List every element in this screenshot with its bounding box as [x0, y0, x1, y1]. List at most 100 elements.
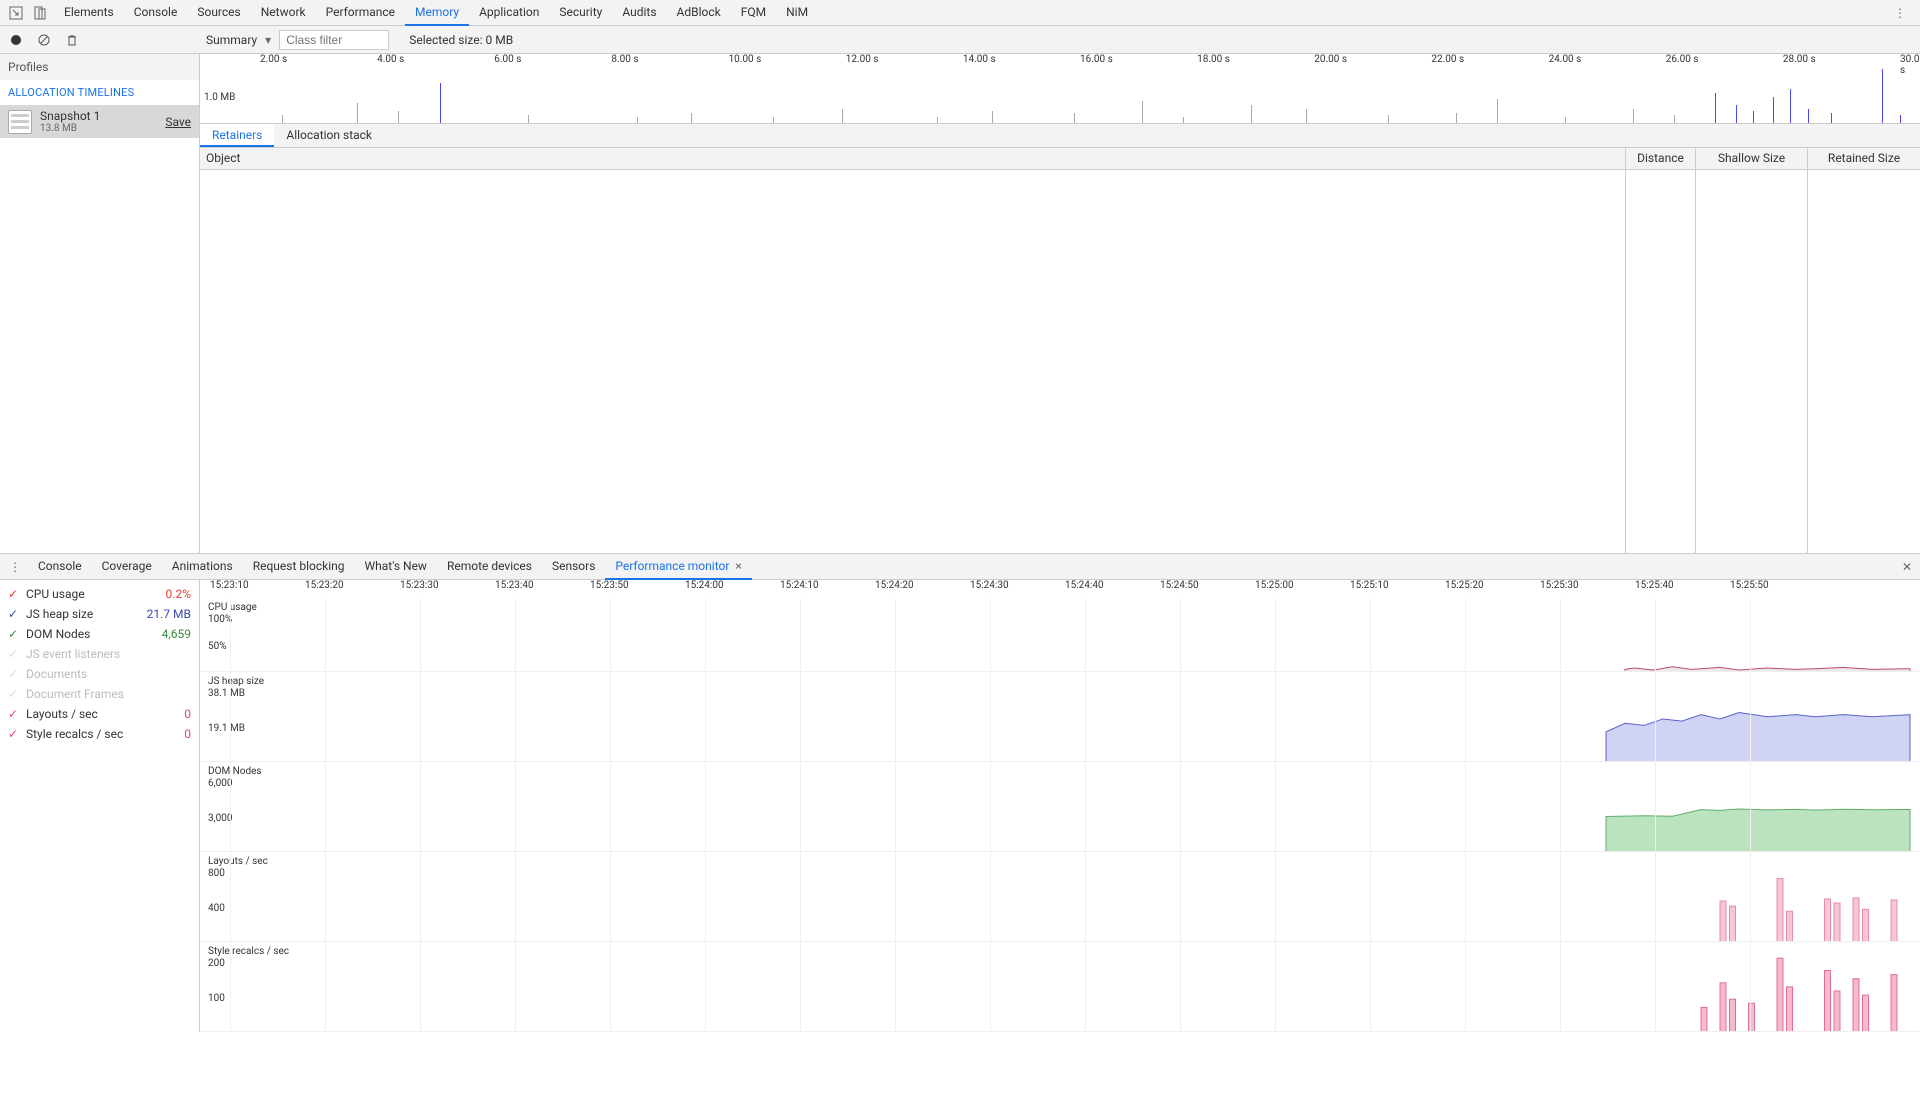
tab-performance[interactable]: Performance: [316, 0, 405, 26]
performance-charts: 15:23:1015:23:2015:23:3015:23:4015:23:50…: [200, 580, 1920, 1032]
alloc-bar: [992, 111, 993, 123]
col-distance[interactable]: Distance: [1626, 148, 1696, 169]
close-icon[interactable]: ✕: [1902, 560, 1912, 574]
save-link[interactable]: Save: [165, 115, 191, 129]
drawer-tab-console[interactable]: Console: [28, 554, 92, 580]
metric-dom-nodes[interactable]: ✓DOM Nodes4,659: [0, 624, 199, 644]
check-icon: ✓: [8, 727, 20, 741]
metric-name: DOM Nodes: [26, 627, 156, 641]
profiles-header: Profiles: [0, 54, 199, 80]
drawer-tab-performance-monitor[interactable]: Performance monitor×: [605, 554, 751, 580]
alloc-bar: [1773, 97, 1774, 123]
drawer-tab-coverage[interactable]: Coverage: [92, 554, 162, 580]
chart-ytick: 100%: [208, 614, 232, 625]
drawer-tab-request-blocking[interactable]: Request blocking: [243, 554, 355, 580]
metric-style-recalcs-sec[interactable]: ✓Style recalcs / sec0: [0, 724, 199, 744]
record-icon[interactable]: [6, 30, 26, 50]
metric-documents[interactable]: ✓Documents: [0, 664, 199, 684]
time-tick: 15:23:40: [495, 580, 534, 591]
metric-value: 21.7 MB: [147, 607, 191, 621]
timeline-tick: 8.00 s: [611, 54, 638, 65]
check-icon: ✓: [8, 647, 20, 661]
time-tick: 15:23:30: [400, 580, 439, 591]
view-select-label[interactable]: Summary: [206, 33, 257, 47]
tab-fqm[interactable]: FQM: [731, 0, 776, 26]
alloc-bar: [1633, 109, 1634, 123]
subtab-allocation-stack[interactable]: Allocation stack: [274, 124, 384, 147]
col-shallow[interactable]: Shallow Size: [1696, 148, 1808, 169]
chart-title: Style recalcs / sec: [208, 946, 289, 957]
drawer-tab-remote-devices[interactable]: Remote devices: [437, 554, 542, 580]
chart-title: DOM Nodes: [208, 766, 262, 777]
time-tick: 15:25:10: [1350, 580, 1389, 591]
drawer-tab-animations[interactable]: Animations: [162, 554, 243, 580]
alloc-bar: [1715, 93, 1716, 123]
alloc-bar: [1900, 115, 1901, 123]
alloc-bar: [691, 113, 692, 123]
metric-name: Style recalcs / sec: [26, 727, 178, 741]
more-icon[interactable]: ⋮: [1890, 3, 1910, 23]
metric-value: 0: [184, 707, 191, 721]
close-icon[interactable]: ×: [735, 559, 741, 573]
tab-audits[interactable]: Audits: [612, 0, 666, 26]
drawer-menu-icon[interactable]: ⋮: [6, 560, 24, 574]
subtab-retainers[interactable]: Retainers: [200, 124, 274, 147]
allocation-timelines-header: ALLOCATION TIMELINES: [0, 80, 199, 105]
timeline-tick: 6.00 s: [494, 54, 521, 65]
metric-layouts-sec[interactable]: ✓Layouts / sec0: [0, 704, 199, 724]
metric-cpu-usage[interactable]: ✓CPU usage0.2%: [0, 584, 199, 604]
tab-elements[interactable]: Elements: [54, 0, 124, 26]
tab-sources[interactable]: Sources: [187, 0, 250, 26]
tab-application[interactable]: Application: [469, 0, 549, 26]
alloc-bar: [1497, 99, 1498, 123]
alloc-bar: [1753, 111, 1754, 123]
tab-console[interactable]: Console: [124, 0, 188, 26]
timeline-tick: 12.00 s: [846, 54, 879, 65]
metric-js-heap-size[interactable]: ✓JS heap size21.7 MB: [0, 604, 199, 624]
drawer: ⋮ ConsoleCoverageAnimationsRequest block…: [0, 554, 1920, 1032]
metric-document-frames[interactable]: ✓Document Frames: [0, 684, 199, 704]
drawer-tab-what-s-new[interactable]: What's New: [355, 554, 437, 580]
trash-icon[interactable]: [62, 30, 82, 50]
tab-network[interactable]: Network: [251, 0, 316, 26]
clear-icon[interactable]: [34, 30, 54, 50]
snapshot-item[interactable]: Snapshot 1 13.8 MB Save: [0, 105, 199, 138]
device-toolbar-icon[interactable]: [30, 3, 50, 23]
chart-layouts-sec: Layouts / sec800400: [200, 852, 1920, 942]
time-tick: 15:25:50: [1730, 580, 1769, 591]
tab-security[interactable]: Security: [549, 0, 612, 26]
alloc-bar: [1808, 109, 1809, 123]
metric-value: 4,659: [162, 627, 191, 641]
chart-ytick: 200: [208, 958, 225, 969]
memory-toolbar: Summary ▾ Selected size: 0 MB: [0, 26, 1920, 54]
tab-nim[interactable]: NiM: [776, 0, 818, 26]
allocation-timeline[interactable]: 2.00 s4.00 s6.00 s8.00 s10.00 s12.00 s14…: [200, 54, 1920, 124]
class-filter-input[interactable]: [279, 30, 389, 50]
retainers-tabs: RetainersAllocation stack: [200, 124, 1920, 148]
object-table-header: Object Distance Shallow Size Retained Si…: [200, 148, 1920, 170]
chart-ytick: 50%: [208, 641, 227, 652]
drawer-tab-sensors[interactable]: Sensors: [542, 554, 605, 580]
col-object[interactable]: Object: [200, 148, 1626, 169]
metric-name: JS event listeners: [26, 647, 185, 661]
alloc-bar: [773, 117, 774, 123]
chart-dom-nodes: DOM Nodes6,0003,000: [200, 762, 1920, 852]
col-retained[interactable]: Retained Size: [1808, 148, 1920, 169]
chart-ytick: 100: [208, 993, 225, 1004]
alloc-bar: [1565, 117, 1566, 123]
alloc-bar: [398, 111, 399, 123]
dropdown-icon[interactable]: ▾: [265, 33, 271, 47]
snapshot-size: 13.8 MB: [40, 123, 157, 134]
timeline-tick: 14.00 s: [963, 54, 996, 65]
time-tick: 15:24:20: [875, 580, 914, 591]
time-tick: 15:24:40: [1065, 580, 1104, 591]
inspect-element-icon[interactable]: [6, 3, 26, 23]
tab-memory[interactable]: Memory: [405, 0, 469, 26]
tab-adblock[interactable]: AdBlock: [667, 0, 731, 26]
time-tick: 15:24:50: [1160, 580, 1199, 591]
metrics-list: ✓CPU usage0.2%✓JS heap size21.7 MB✓DOM N…: [0, 580, 200, 1032]
check-icon: ✓: [8, 607, 20, 621]
alloc-bar: [842, 109, 843, 123]
alloc-bar: [282, 115, 283, 123]
metric-js-event-listeners[interactable]: ✓ JS event listeners: [0, 644, 199, 664]
